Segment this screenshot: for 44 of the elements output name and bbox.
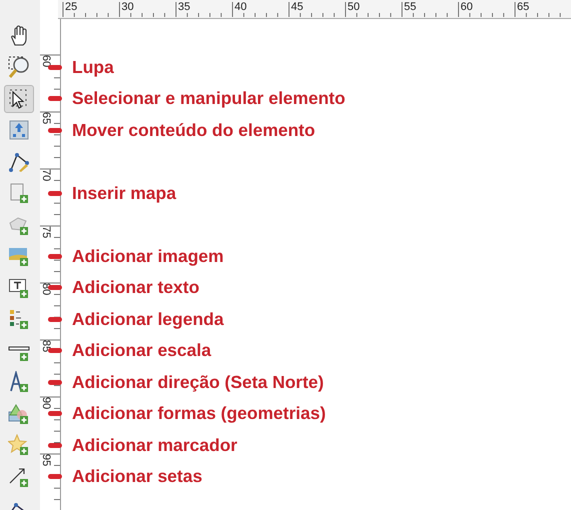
ruler-label: 60 bbox=[40, 55, 52, 68]
annotation-label: Adicionar escala bbox=[72, 340, 212, 362]
annotation-label: Adicionar legenda bbox=[72, 308, 224, 330]
annotation-label: Mover conteúdo do elemento bbox=[72, 120, 316, 141]
ruler-label: 70 bbox=[40, 169, 52, 182]
ruler-label: 35 bbox=[178, 1, 190, 13]
annotation-label: Adicionar formas (geometrias) bbox=[72, 403, 326, 424]
tool-button[interactable] bbox=[4, 84, 34, 113]
shapes-add-icon bbox=[8, 402, 30, 425]
ruler-label: 65 bbox=[40, 112, 52, 124]
arrow-add-icon bbox=[8, 466, 30, 488]
north-arrow-add-icon bbox=[8, 371, 30, 394]
legend-add-icon bbox=[8, 308, 30, 330]
ruler-label: 50 bbox=[348, 1, 360, 13]
marker-dash bbox=[48, 442, 62, 448]
annotation-label: Selecionar e manipular elemento bbox=[72, 88, 346, 110]
ruler-label: 90 bbox=[40, 397, 52, 410]
marker-dash bbox=[48, 474, 62, 480]
ruler-label: 60 bbox=[460, 1, 473, 13]
ruler-label: 55 bbox=[404, 1, 416, 13]
annotation-label: Adicionar direção (Seta Norte) bbox=[72, 372, 324, 393]
ruler-label: 40 bbox=[234, 1, 247, 13]
ruler-label: 75 bbox=[40, 226, 52, 238]
annotation-label: Adicionar marcador bbox=[72, 434, 238, 456]
image-add-icon bbox=[8, 245, 30, 268]
ruler-label: 95 bbox=[40, 454, 52, 466]
annotation-label: Adicionar imagem bbox=[72, 246, 224, 267]
ruler-label: 65 bbox=[517, 1, 530, 13]
move-content-icon bbox=[8, 119, 30, 142]
annotation-label: Adicionar texto bbox=[72, 277, 200, 298]
annotation-label: Inserir mapa bbox=[72, 182, 176, 204]
node-edit-icon bbox=[8, 150, 30, 173]
hand-icon bbox=[9, 24, 29, 47]
ruler-label: 45 bbox=[291, 1, 304, 13]
marker-dash bbox=[48, 411, 62, 416]
annotation-label: Adicionar setas bbox=[72, 466, 202, 488]
text-add-icon bbox=[8, 276, 30, 299]
marker-dash bbox=[48, 96, 62, 102]
star-add-icon bbox=[8, 434, 30, 456]
magnifier-icon bbox=[7, 55, 31, 80]
ruler-label: 85 bbox=[40, 340, 52, 352]
ruler-label: 30 bbox=[122, 1, 134, 13]
ruler-label: 25 bbox=[65, 1, 78, 13]
annotation-label: Lupa bbox=[72, 56, 114, 78]
